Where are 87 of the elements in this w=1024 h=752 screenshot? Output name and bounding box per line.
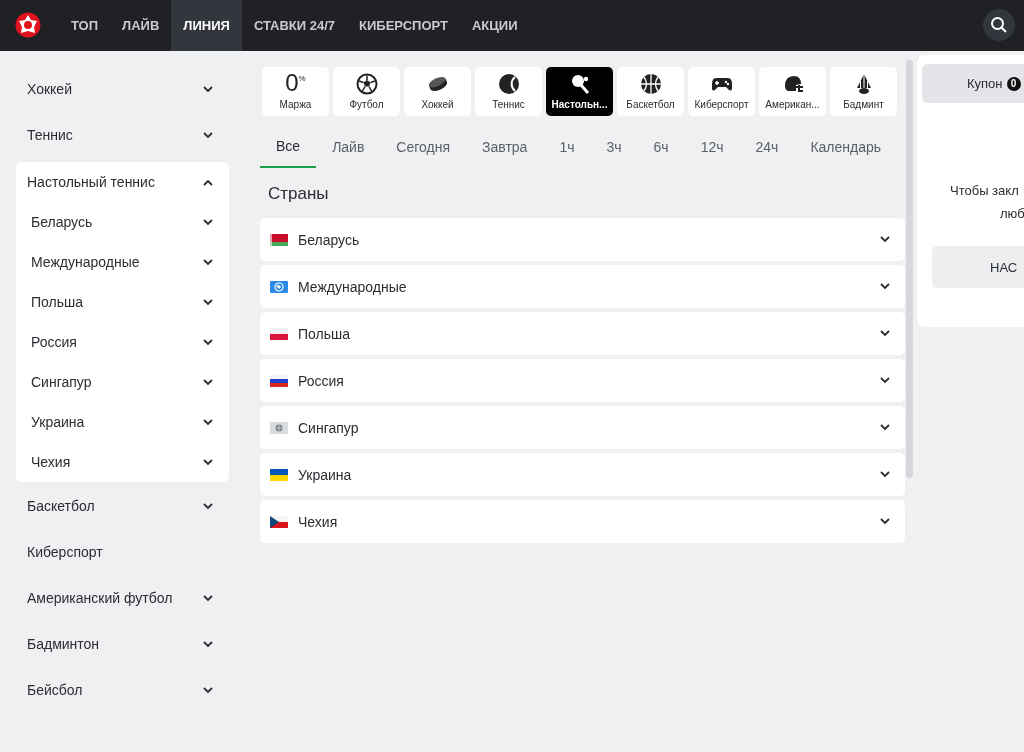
chevron-down-icon bbox=[880, 471, 890, 478]
country-row[interactable]: Россия bbox=[260, 359, 905, 402]
belarus-flag-icon bbox=[270, 233, 288, 246]
chevron-down-icon bbox=[203, 502, 213, 510]
coupon-tab[interactable]: Купон 0 bbox=[922, 64, 1024, 103]
search-icon bbox=[990, 16, 1008, 34]
chevron-down-icon bbox=[880, 236, 890, 243]
chevron-down-icon bbox=[880, 377, 890, 384]
margin-value: 0 bbox=[285, 71, 299, 95]
sport-tile[interactable]: Теннис bbox=[475, 67, 542, 116]
russia-flag-icon bbox=[270, 374, 288, 387]
czech-flag-icon bbox=[270, 515, 288, 528]
sidebar-item[interactable]: Бейсбол bbox=[16, 667, 229, 713]
chevron-down-icon bbox=[203, 298, 213, 306]
country-row[interactable]: Чехия bbox=[260, 500, 905, 543]
time-filter-tab[interactable]: 24ч bbox=[739, 126, 795, 168]
time-filter-tab[interactable]: Сегодня bbox=[380, 126, 466, 168]
time-filter-tab[interactable]: Завтра bbox=[466, 126, 544, 168]
tennis-ball-icon bbox=[497, 73, 520, 95]
chevron-up-icon bbox=[203, 178, 213, 186]
chevron-down-icon bbox=[203, 378, 213, 386]
nav-tab[interactable]: ТОП bbox=[59, 0, 111, 51]
sport-tile[interactable]: Баскетбол bbox=[617, 67, 684, 116]
country-row[interactable]: Украина bbox=[260, 453, 905, 496]
chevron-down-icon bbox=[203, 686, 213, 694]
sidebar-item[interactable]: Бадминтон bbox=[16, 621, 229, 667]
nav-tab[interactable]: ЛАЙВ bbox=[110, 0, 172, 51]
percent-sign: % bbox=[298, 75, 306, 83]
chevron-down-icon bbox=[203, 640, 213, 648]
sidebar-item[interactable]: Киберспорт bbox=[16, 529, 229, 575]
scrollbar[interactable] bbox=[906, 60, 913, 478]
nav-tab[interactable]: КИБЕРСПОРТ bbox=[347, 0, 460, 51]
sport-tile[interactable]: 0% Маржа bbox=[262, 67, 329, 116]
ukraine-flag-icon bbox=[270, 468, 288, 481]
chevron-down-icon bbox=[203, 85, 213, 93]
chevron-down-icon bbox=[203, 418, 213, 426]
sidebar-item[interactable]: Беларусь bbox=[16, 202, 229, 242]
sidebar-item[interactable]: Украина bbox=[16, 402, 229, 442]
sidebar-item[interactable]: Международные bbox=[16, 242, 229, 282]
chevron-down-icon bbox=[880, 283, 890, 290]
time-filter-tab[interactable]: 6ч bbox=[637, 126, 685, 168]
sidebar-item[interactable]: Настольный теннис bbox=[16, 162, 229, 202]
country-row[interactable]: Беларусь bbox=[260, 218, 905, 261]
time-filter-tab[interactable]: Лайв bbox=[316, 126, 381, 168]
country-row[interactable]: Сингапур bbox=[260, 406, 905, 449]
chevron-down-icon bbox=[203, 594, 213, 602]
chevron-down-icon bbox=[880, 330, 890, 337]
nav-tab[interactable]: АКЦИИ bbox=[459, 0, 530, 51]
time-filter-tab[interactable]: 3ч bbox=[590, 126, 638, 168]
time-filter-tab[interactable]: 12ч bbox=[684, 126, 740, 168]
chevron-down-icon bbox=[880, 424, 890, 431]
sidebar-item[interactable]: Баскетбол bbox=[16, 483, 229, 529]
section-heading: Страны bbox=[268, 184, 330, 204]
nav-tab[interactable]: ЛИНИЯ bbox=[171, 0, 242, 51]
coupon-message: люб bbox=[1000, 206, 1024, 221]
time-filter-tab[interactable]: Все bbox=[260, 126, 317, 168]
sidebar-item[interactable]: Польша bbox=[16, 282, 229, 322]
chevron-down-icon bbox=[203, 338, 213, 346]
count-badge: 0 bbox=[1006, 76, 1021, 91]
nav-tab[interactable]: СТАВКИ 24/7 bbox=[241, 0, 348, 51]
country-row[interactable]: Международные bbox=[260, 265, 905, 308]
chevron-down-icon bbox=[203, 218, 213, 226]
sport-tile[interactable]: Хоккей bbox=[404, 67, 471, 116]
logo-icon[interactable] bbox=[15, 12, 41, 38]
sport-tile[interactable]: Киберспорт bbox=[688, 67, 755, 116]
sport-tile[interactable]: Бадминт bbox=[830, 67, 897, 116]
chevron-down-icon bbox=[203, 258, 213, 266]
chevron-down-icon bbox=[203, 458, 213, 466]
sport-tile[interactable]: Настольн... bbox=[546, 67, 613, 116]
sidebar-item[interactable]: Сингапур bbox=[16, 362, 229, 402]
sidebar-item[interactable]: Американский футбол bbox=[16, 575, 229, 621]
search-button[interactable] bbox=[983, 9, 1015, 41]
sidebar-item[interactable]: Теннис bbox=[16, 112, 229, 158]
basketball-icon bbox=[639, 73, 662, 95]
country-row[interactable]: Польша bbox=[260, 312, 905, 355]
sport-tile[interactable]: Американ... bbox=[759, 67, 826, 116]
chevron-down-icon bbox=[880, 518, 890, 525]
chevron-down-icon bbox=[203, 131, 213, 139]
sport-tile[interactable]: Футбол bbox=[333, 67, 400, 116]
sidebar-item[interactable]: Чехия bbox=[16, 442, 229, 482]
coupon-action-button[interactable]: НАС bbox=[932, 246, 1024, 288]
time-filter-tab[interactable]: 1ч bbox=[543, 126, 591, 168]
coupon-message: Чтобы закл bbox=[950, 183, 1019, 198]
poland-flag-icon bbox=[270, 327, 288, 340]
sidebar-item[interactable]: Хоккей bbox=[16, 66, 229, 112]
sidebar-item[interactable]: Россия bbox=[16, 322, 229, 362]
time-filter-tab[interactable]: Календарь bbox=[794, 126, 898, 168]
